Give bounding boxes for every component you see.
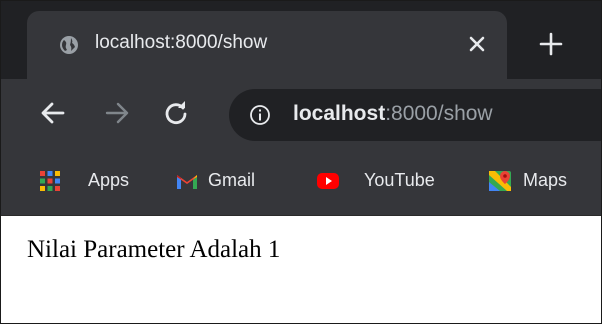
bookmarks-bar: Apps Gmail YouTube Maps (1, 155, 601, 215)
arrow-right-icon[interactable] (103, 99, 131, 127)
url-text: localhost:8000/show (293, 102, 493, 126)
active-tab[interactable]: localhost:8000/show (27, 11, 507, 79)
arrow-left-icon[interactable] (39, 99, 67, 127)
plus-icon[interactable] (538, 31, 564, 57)
page-text: Nilai Parameter Adalah 1 (27, 236, 281, 263)
info-icon[interactable] (249, 104, 271, 126)
gmail-icon (177, 175, 197, 189)
youtube-icon (317, 173, 339, 189)
bookmark-label: YouTube (364, 170, 435, 190)
page-content: Nilai Parameter Adalah 1 (1, 216, 601, 323)
toolbar: localhost:8000/show (1, 79, 601, 155)
bookmark-label: Maps (523, 170, 568, 190)
tab-title: localhost:8000/show (95, 32, 268, 53)
bookmark-label: Gmail (208, 170, 256, 190)
browser-window: localhost:8000/show localhost:8000/show … (0, 0, 602, 324)
tab-strip: localhost:8000/show (1, 1, 601, 79)
url-host: localhost (293, 102, 386, 125)
globe-icon (60, 36, 78, 54)
maps-icon (489, 171, 511, 191)
apps-grid-icon (40, 171, 60, 191)
reload-icon[interactable] (162, 99, 190, 127)
bookmark-label: Apps (88, 170, 130, 190)
url-path: :8000/show (385, 102, 493, 125)
close-icon[interactable] (466, 33, 488, 55)
address-bar[interactable]: localhost:8000/show (229, 89, 601, 141)
